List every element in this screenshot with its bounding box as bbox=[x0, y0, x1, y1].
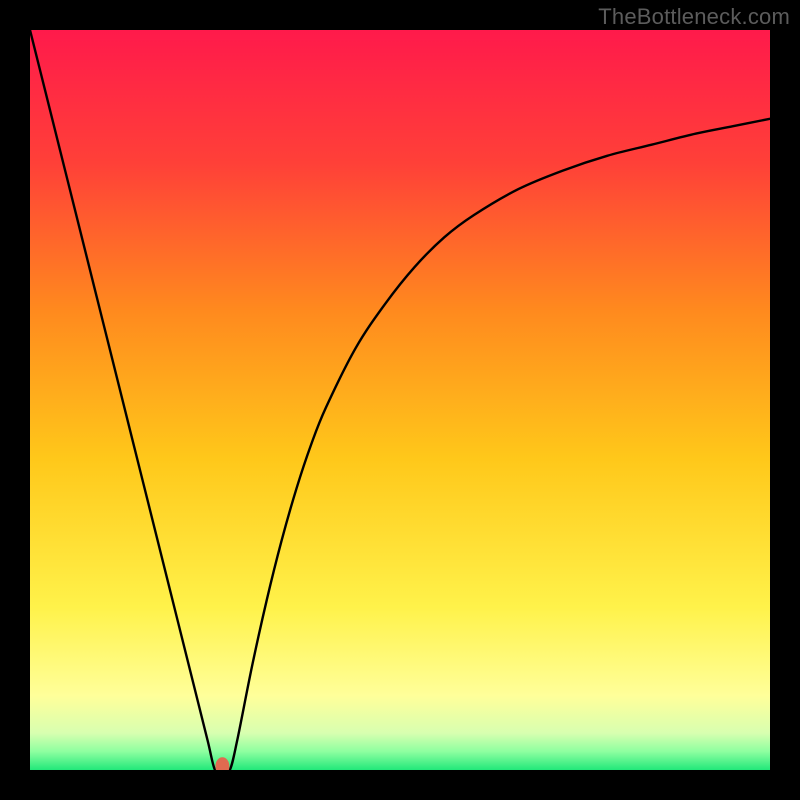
bottleneck-plot bbox=[30, 30, 770, 770]
watermark-text: TheBottleneck.com bbox=[598, 4, 790, 30]
plot-background bbox=[30, 30, 770, 770]
chart-frame: TheBottleneck.com bbox=[0, 0, 800, 800]
